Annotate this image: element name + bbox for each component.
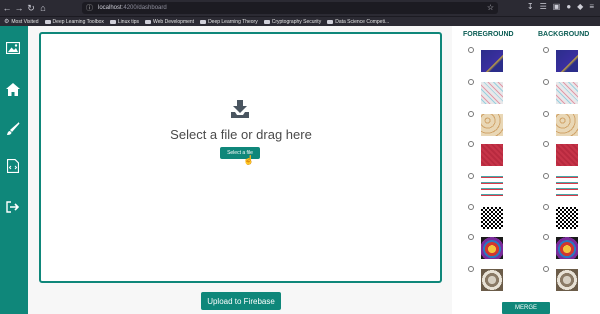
foreground-radio[interactable] [468, 79, 474, 85]
home-icon[interactable] [5, 81, 21, 97]
hand-cursor-icon: ☝ [243, 155, 255, 165]
bookmark-deep-learning-theory[interactable]: Deep Learning Theory [200, 19, 258, 25]
brush-icon[interactable] [5, 121, 21, 137]
dropzone-text: Select a file or drag here [170, 127, 312, 142]
library-icon[interactable]: ☰ [540, 2, 547, 11]
account-icon[interactable]: ● [566, 2, 571, 11]
folder-icon [200, 19, 207, 24]
foreground-thumb-lion-gray[interactable] [481, 269, 503, 291]
foreground-radio[interactable] [468, 173, 474, 179]
foreground-radio[interactable] [468, 266, 474, 272]
foreground-radio[interactable] [468, 47, 474, 53]
background-radio[interactable] [543, 173, 549, 179]
main-content: Select a file or drag here Select a file… [28, 26, 452, 314]
background-radio[interactable] [543, 234, 549, 240]
download-tray-icon [231, 100, 249, 118]
bookmark-star-icon[interactable]: ☆ [487, 3, 494, 12]
foreground-radio[interactable] [468, 141, 474, 147]
bookmark-web-development[interactable]: Web Development [145, 19, 194, 25]
background-thumb-lion-gray[interactable] [556, 269, 578, 291]
bookmarks-bar: ⚙ Most Visited Deep Learning Toolbox Linu… [0, 16, 600, 26]
foreground-thumb-heart-pattern[interactable] [481, 82, 503, 104]
sidebar [0, 26, 28, 314]
gear-icon: ⚙ [4, 19, 10, 25]
folder-icon [263, 19, 270, 24]
url-text: localhost:4200/dashboard [98, 5, 167, 11]
foreground-radio[interactable] [468, 234, 474, 240]
extension-icon[interactable]: ◆ [577, 2, 583, 11]
foreground-radio[interactable] [468, 204, 474, 210]
folder-icon [327, 19, 334, 24]
upload-to-firebase-button[interactable]: Upload to Firebase [201, 292, 281, 310]
home-nav-icon[interactable]: ⌂ [38, 2, 48, 14]
background-thumb-heart-pattern[interactable] [556, 82, 578, 104]
folder-icon [145, 19, 152, 24]
foreground-title: FOREGROUND [463, 31, 514, 38]
background-radio[interactable] [543, 111, 549, 117]
background-thumb-paisley-pattern[interactable] [556, 114, 578, 136]
background-thumb-lion-colorful[interactable] [556, 237, 578, 259]
foreground-thumb-knit-pattern[interactable] [481, 176, 503, 198]
texture-panel: FOREGROUND BACKGROUND MERGE [452, 26, 600, 314]
toolbar-actions: ↧ ☰ ▣ ● ◆ ≡ [527, 2, 594, 11]
folder-icon [109, 19, 116, 24]
background-title: BACKGROUND [538, 31, 590, 38]
url-bar[interactable]: ⓘ localhost:4200/dashboard ☆ [82, 2, 498, 14]
folder-icon [44, 19, 51, 24]
browser-toolbar: ← → ↻ ⌂ ⓘ localhost:4200/dashboard ☆ ↧ ☰… [0, 0, 600, 16]
background-radio[interactable] [543, 47, 549, 53]
menu-icon[interactable]: ≡ [589, 2, 594, 11]
file-code-icon[interactable] [5, 158, 21, 174]
bookmark-data-science[interactable]: Data Science Competi... [327, 19, 389, 25]
logout-icon[interactable] [5, 199, 21, 215]
background-thumb-knit-pattern[interactable] [556, 176, 578, 198]
download-icon[interactable]: ↧ [527, 2, 534, 11]
sidebar-toggle-icon[interactable]: ▣ [553, 2, 561, 11]
bookmark-most-visited[interactable]: ⚙ Most Visited [4, 18, 39, 26]
reload-icon[interactable]: ↻ [26, 2, 36, 14]
file-dropzone[interactable]: Select a file or drag here Select a file… [39, 32, 442, 283]
forward-icon[interactable]: → [14, 2, 24, 14]
background-radio[interactable] [543, 266, 549, 272]
background-radio[interactable] [543, 79, 549, 85]
back-icon[interactable]: ← [2, 2, 12, 14]
bookmark-cryptography-security[interactable]: Cryptography Security [263, 19, 321, 25]
background-thumb-checker-pattern[interactable] [556, 207, 578, 229]
background-thumb-sea-pattern[interactable] [556, 50, 578, 72]
merge-button[interactable]: MERGE [502, 302, 550, 314]
foreground-thumb-red-pattern[interactable] [481, 144, 503, 166]
background-radio[interactable] [543, 204, 549, 210]
bookmark-deep-learning-toolbox[interactable]: Deep Learning Toolbox [44, 19, 104, 25]
background-thumb-red-pattern[interactable] [556, 144, 578, 166]
foreground-thumb-checker-pattern[interactable] [481, 207, 503, 229]
foreground-thumb-lion-colorful[interactable] [481, 237, 503, 259]
foreground-thumb-sea-pattern[interactable] [481, 50, 503, 72]
foreground-radio[interactable] [468, 111, 474, 117]
image-icon[interactable] [5, 40, 21, 56]
foreground-thumb-paisley-pattern[interactable] [481, 114, 503, 136]
bookmark-linux-tips[interactable]: Linux tips [109, 19, 139, 25]
site-info-icon[interactable]: ⓘ [86, 3, 93, 13]
background-radio[interactable] [543, 141, 549, 147]
